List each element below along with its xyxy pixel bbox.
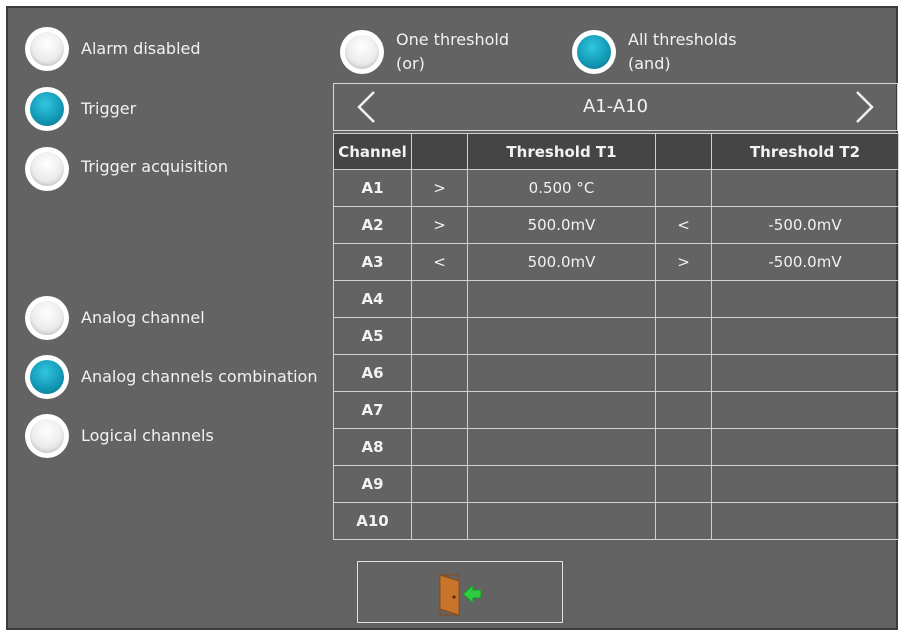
operator1-cell[interactable] [411, 502, 468, 540]
table-row[interactable]: A10 [333, 502, 899, 540]
threshold-t1-cell[interactable] [467, 502, 656, 540]
threshold-t2-cell[interactable] [711, 317, 899, 355]
operator1-cell[interactable] [411, 428, 468, 466]
channel-cell: A1 [333, 169, 412, 207]
channel-cell: A10 [333, 502, 412, 540]
operator2-cell[interactable]: > [655, 243, 712, 281]
operator2-cell[interactable] [655, 317, 712, 355]
threshold-t1-cell[interactable]: 500.0mV [467, 206, 656, 244]
all-thresholds-line2: (and) [628, 54, 671, 73]
channel-group-title: A1-A10 [582, 96, 649, 117]
radio-circle[interactable] [25, 414, 69, 458]
channel-cell: A4 [333, 280, 412, 318]
table-row[interactable]: A8 [333, 428, 899, 466]
operator1-cell[interactable]: < [411, 243, 468, 281]
table-row[interactable]: A9 [333, 465, 899, 503]
exit-button[interactable] [357, 561, 563, 623]
operator2-cell[interactable] [655, 280, 712, 318]
operator2-header [655, 133, 712, 170]
radio-circle[interactable] [25, 296, 69, 340]
threshold-t2-cell[interactable] [711, 280, 899, 318]
threshold-t1-header: Threshold T1 [467, 133, 656, 170]
threshold-t2-cell[interactable] [711, 354, 899, 392]
channel-cell: A8 [333, 428, 412, 466]
threshold-t1-cell[interactable]: 500.0mV [467, 243, 656, 281]
channel-cell: A2 [333, 206, 412, 244]
chevron-right-icon[interactable] [851, 90, 877, 124]
all-thresholds-label: All thresholds (and) [628, 28, 737, 76]
threshold-t2-cell[interactable] [711, 502, 899, 540]
table-row[interactable]: A7 [333, 391, 899, 429]
operator2-cell[interactable] [655, 391, 712, 429]
table-row[interactable]: A1 >0.500 °C [333, 169, 899, 207]
one-threshold-line1: One threshold [396, 30, 510, 49]
threshold-t1-cell[interactable]: 0.500 °C [467, 169, 656, 207]
threshold-table: Channel Threshold T1 Threshold T2 A1 >0.5… [333, 133, 899, 540]
radio-circle[interactable] [572, 30, 616, 74]
operator2-cell[interactable] [655, 169, 712, 207]
operator2-cell[interactable] [655, 354, 712, 392]
alarm-disabled-label: Alarm disabled [81, 39, 201, 58]
table-row[interactable]: A2 >500.0mV < -500.0mV [333, 206, 899, 244]
threshold-t2-cell[interactable] [711, 169, 899, 207]
operator2-cell[interactable] [655, 465, 712, 503]
operator1-cell[interactable] [411, 317, 468, 355]
threshold-t2-cell[interactable]: -500.0mV [711, 206, 899, 244]
channel-cell: A6 [333, 354, 412, 392]
channel-group-navigator: A1-A10 [333, 83, 898, 131]
threshold-t1-cell[interactable] [467, 465, 656, 503]
operator1-cell[interactable] [411, 465, 468, 503]
operator1-cell[interactable] [411, 354, 468, 392]
channel-header: Channel [333, 133, 412, 170]
table-row[interactable]: A3 <500.0mV > -500.0mV [333, 243, 899, 281]
table-row[interactable]: A6 [333, 354, 899, 392]
analog-combination-label: Analog channels combination [81, 367, 318, 386]
operator1-cell[interactable]: > [411, 169, 468, 207]
radio-circle[interactable] [340, 30, 384, 74]
threshold-t2-cell[interactable] [711, 465, 899, 503]
threshold-t2-cell[interactable] [711, 391, 899, 429]
table-header-row: Channel Threshold T1 Threshold T2 [333, 133, 899, 170]
threshold-t2-cell[interactable]: -500.0mV [711, 243, 899, 281]
radio-circle[interactable] [25, 87, 69, 131]
radio-circle[interactable] [25, 27, 69, 71]
operator1-cell[interactable]: > [411, 206, 468, 244]
operator1-cell[interactable] [411, 391, 468, 429]
threshold-t2-cell[interactable] [711, 428, 899, 466]
threshold-t1-cell[interactable] [467, 391, 656, 429]
channel-cell: A9 [333, 465, 412, 503]
all-thresholds-line1: All thresholds [628, 30, 737, 49]
analog-channel-label: Analog channel [81, 308, 205, 327]
operator2-cell[interactable] [655, 502, 712, 540]
logical-channels-label: Logical channels [81, 426, 214, 445]
radio-circle[interactable] [25, 355, 69, 399]
operator1-cell[interactable] [411, 280, 468, 318]
trigger-acquisition-label: Trigger acquisition [81, 157, 229, 176]
one-threshold-label: One threshold (or) [396, 28, 509, 76]
threshold-t1-cell[interactable] [467, 428, 656, 466]
threshold-t1-cell[interactable] [467, 317, 656, 355]
threshold-t2-header: Threshold T2 [711, 133, 899, 170]
operator1-header [411, 133, 468, 170]
operator2-cell[interactable]: < [655, 206, 712, 244]
trigger-label: Trigger [81, 99, 137, 118]
one-threshold-line2: (or) [396, 54, 425, 73]
radio-circle[interactable] [25, 147, 69, 191]
exit-door-icon [439, 574, 482, 616]
table-row[interactable]: A4 [333, 280, 899, 318]
threshold-t1-cell[interactable] [467, 354, 656, 392]
channel-cell: A7 [333, 391, 412, 429]
operator2-cell[interactable] [655, 428, 712, 466]
table-row[interactable]: A5 [333, 317, 899, 355]
threshold-t1-cell[interactable] [467, 280, 656, 318]
channel-cell: A3 [333, 243, 412, 281]
channel-cell: A5 [333, 317, 412, 355]
